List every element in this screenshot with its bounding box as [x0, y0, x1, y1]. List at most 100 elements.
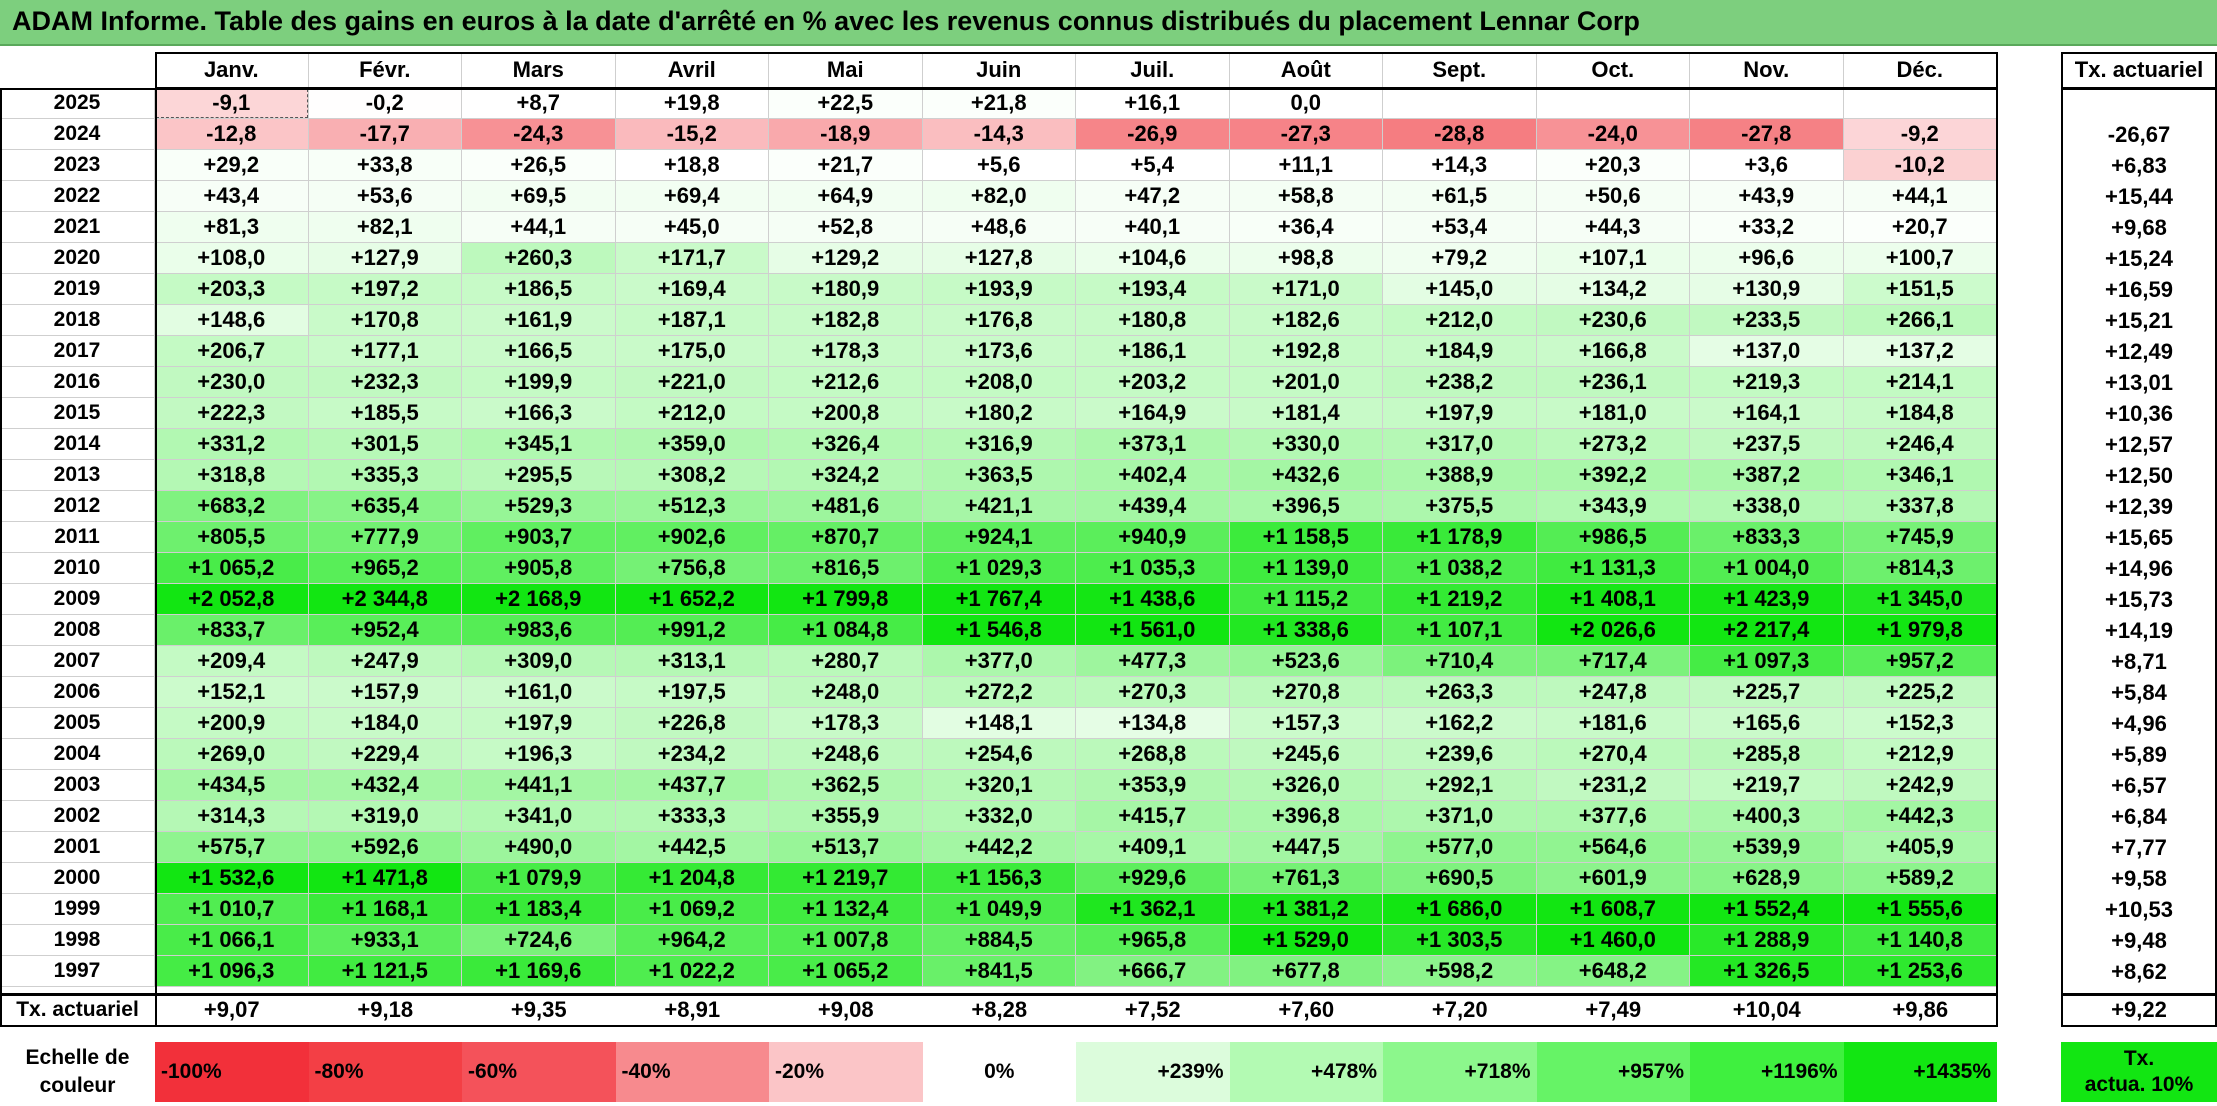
table-cell: +345,1 [462, 429, 616, 460]
table-cell: -24,3 [462, 119, 616, 150]
table-cell: +1 460,0 [1536, 925, 1690, 956]
year-label: 2004 [0, 739, 155, 770]
table-cell: +337,8 [1843, 491, 1997, 522]
table-cell: +635,4 [308, 491, 462, 522]
table-cell: +221,0 [615, 367, 769, 398]
footer-rate: +8,28 [971, 997, 1028, 1022]
footer-rate: +7,20 [1431, 997, 1488, 1022]
actuarial-header: Tx. actuariel [2074, 57, 2204, 82]
table-cell: +1 049,9 [922, 894, 1076, 925]
table-cell: +1 423,9 [1690, 584, 1844, 615]
month-header: Mars [462, 52, 616, 88]
table-cell: +592,6 [308, 832, 462, 863]
actuarial-rate: +4,96 [2111, 710, 2167, 736]
footer-rate: +10,04 [1732, 997, 1801, 1022]
scale-end-line: Tx. [2123, 1047, 2155, 1070]
scale-end-line: actua. 10% [2084, 1073, 2194, 1096]
table-cell: +231,2 [1536, 770, 1690, 801]
table-cell: +952,4 [308, 615, 462, 646]
table-cell: +313,1 [615, 646, 769, 677]
table-cell: +447,5 [1229, 832, 1383, 863]
table-cell: +761,3 [1229, 863, 1383, 894]
scale-step: +1435% [1843, 1042, 1997, 1102]
table-cell: +263,3 [1383, 677, 1537, 708]
table-cell: +237,5 [1690, 429, 1844, 460]
table-cell: +903,7 [462, 522, 616, 553]
table-cell: -10,2 [1843, 150, 1997, 181]
table-cell: +247,8 [1536, 677, 1690, 708]
table-cell: +353,9 [1076, 770, 1230, 801]
table-cell: +777,9 [308, 522, 462, 553]
table-cell: +239,6 [1383, 739, 1537, 770]
table-cell: +214,1 [1843, 367, 1997, 398]
table-cell: +1 156,3 [922, 863, 1076, 894]
table-cell: +266,1 [1843, 305, 1997, 336]
table-cell: +301,5 [308, 429, 462, 460]
table-cell: +292,1 [1383, 770, 1537, 801]
table-cell: +377,0 [922, 646, 1076, 677]
table-cell: +185,5 [308, 398, 462, 429]
table-cell: +1 338,6 [1229, 615, 1383, 646]
table-cell: +21,7 [769, 150, 923, 181]
table-cell: +222,3 [155, 398, 309, 429]
table-cell: +373,1 [1076, 429, 1230, 460]
table-cell: +82,0 [922, 181, 1076, 212]
table-cell: +346,1 [1843, 460, 1997, 491]
table-cell: +1 084,8 [769, 615, 923, 646]
table-cell: +127,9 [308, 243, 462, 274]
footer-label: Tx. actuariel [16, 998, 139, 1021]
table-cell: +529,3 [462, 491, 616, 522]
table-cell: +180,8 [1076, 305, 1230, 336]
table-cell: +1 799,8 [769, 584, 923, 615]
table-cell: +108,0 [155, 243, 309, 274]
table-cell: +247,9 [308, 646, 462, 677]
table-cell: +200,8 [769, 398, 923, 429]
table-cell: +523,6 [1229, 646, 1383, 677]
table-cell: +193,9 [922, 274, 1076, 305]
table-cell: +79,2 [1383, 243, 1537, 274]
table-cell: +331,2 [155, 429, 309, 460]
table-cell: +162,2 [1383, 708, 1537, 739]
table-cell: +100,7 [1843, 243, 1997, 274]
table-cell: +1 552,4 [1690, 894, 1844, 925]
table-cell: +387,2 [1690, 460, 1844, 491]
year-label: 2010 [0, 553, 155, 584]
table-cell: +1 767,4 [922, 584, 1076, 615]
table-cell: +181,0 [1536, 398, 1690, 429]
table-cell: +44,1 [462, 212, 616, 243]
footer-rate: +9,08 [817, 997, 874, 1022]
table-cell: +171,0 [1229, 274, 1383, 305]
table-cell: +1 038,2 [1383, 553, 1537, 584]
footer-rate: +9,35 [510, 997, 567, 1022]
table-cell: +232,3 [308, 367, 462, 398]
table-cell: +841,5 [922, 956, 1076, 987]
table-cell: +402,4 [1076, 460, 1230, 491]
actuarial-rate: +10,53 [2105, 896, 2173, 922]
table-cell: +902,6 [615, 522, 769, 553]
table-cell: +409,1 [1076, 832, 1230, 863]
table-cell: +490,0 [462, 832, 616, 863]
table-cell: +965,8 [1076, 925, 1230, 956]
table-cell: +197,9 [462, 708, 616, 739]
table-cell: +186,1 [1076, 336, 1230, 367]
table-cell: +157,9 [308, 677, 462, 708]
table-cell: +441,1 [462, 770, 616, 801]
table-cell: +178,3 [769, 336, 923, 367]
table-cell: +16,1 [1076, 88, 1230, 119]
actuarial-rate: +5,84 [2111, 679, 2167, 705]
table-cell: +3,6 [1690, 150, 1844, 181]
actuarial-rate: +9,58 [2111, 865, 2167, 891]
table-cell: +598,2 [1383, 956, 1537, 987]
table-cell: +1 097,3 [1690, 646, 1844, 677]
table-cell: +1 471,8 [308, 863, 462, 894]
year-label: 2023 [0, 150, 155, 181]
table-cell: +589,2 [1843, 863, 1997, 894]
table-cell: +134,2 [1536, 274, 1690, 305]
table-cell: +1 345,0 [1843, 584, 1997, 615]
year-label: 2022 [0, 181, 155, 212]
table-cell: +270,3 [1076, 677, 1230, 708]
table-cell: +442,3 [1843, 801, 1997, 832]
table-cell: +371,0 [1383, 801, 1537, 832]
year-label: 2016 [0, 367, 155, 398]
table-cell: +1 115,2 [1229, 584, 1383, 615]
